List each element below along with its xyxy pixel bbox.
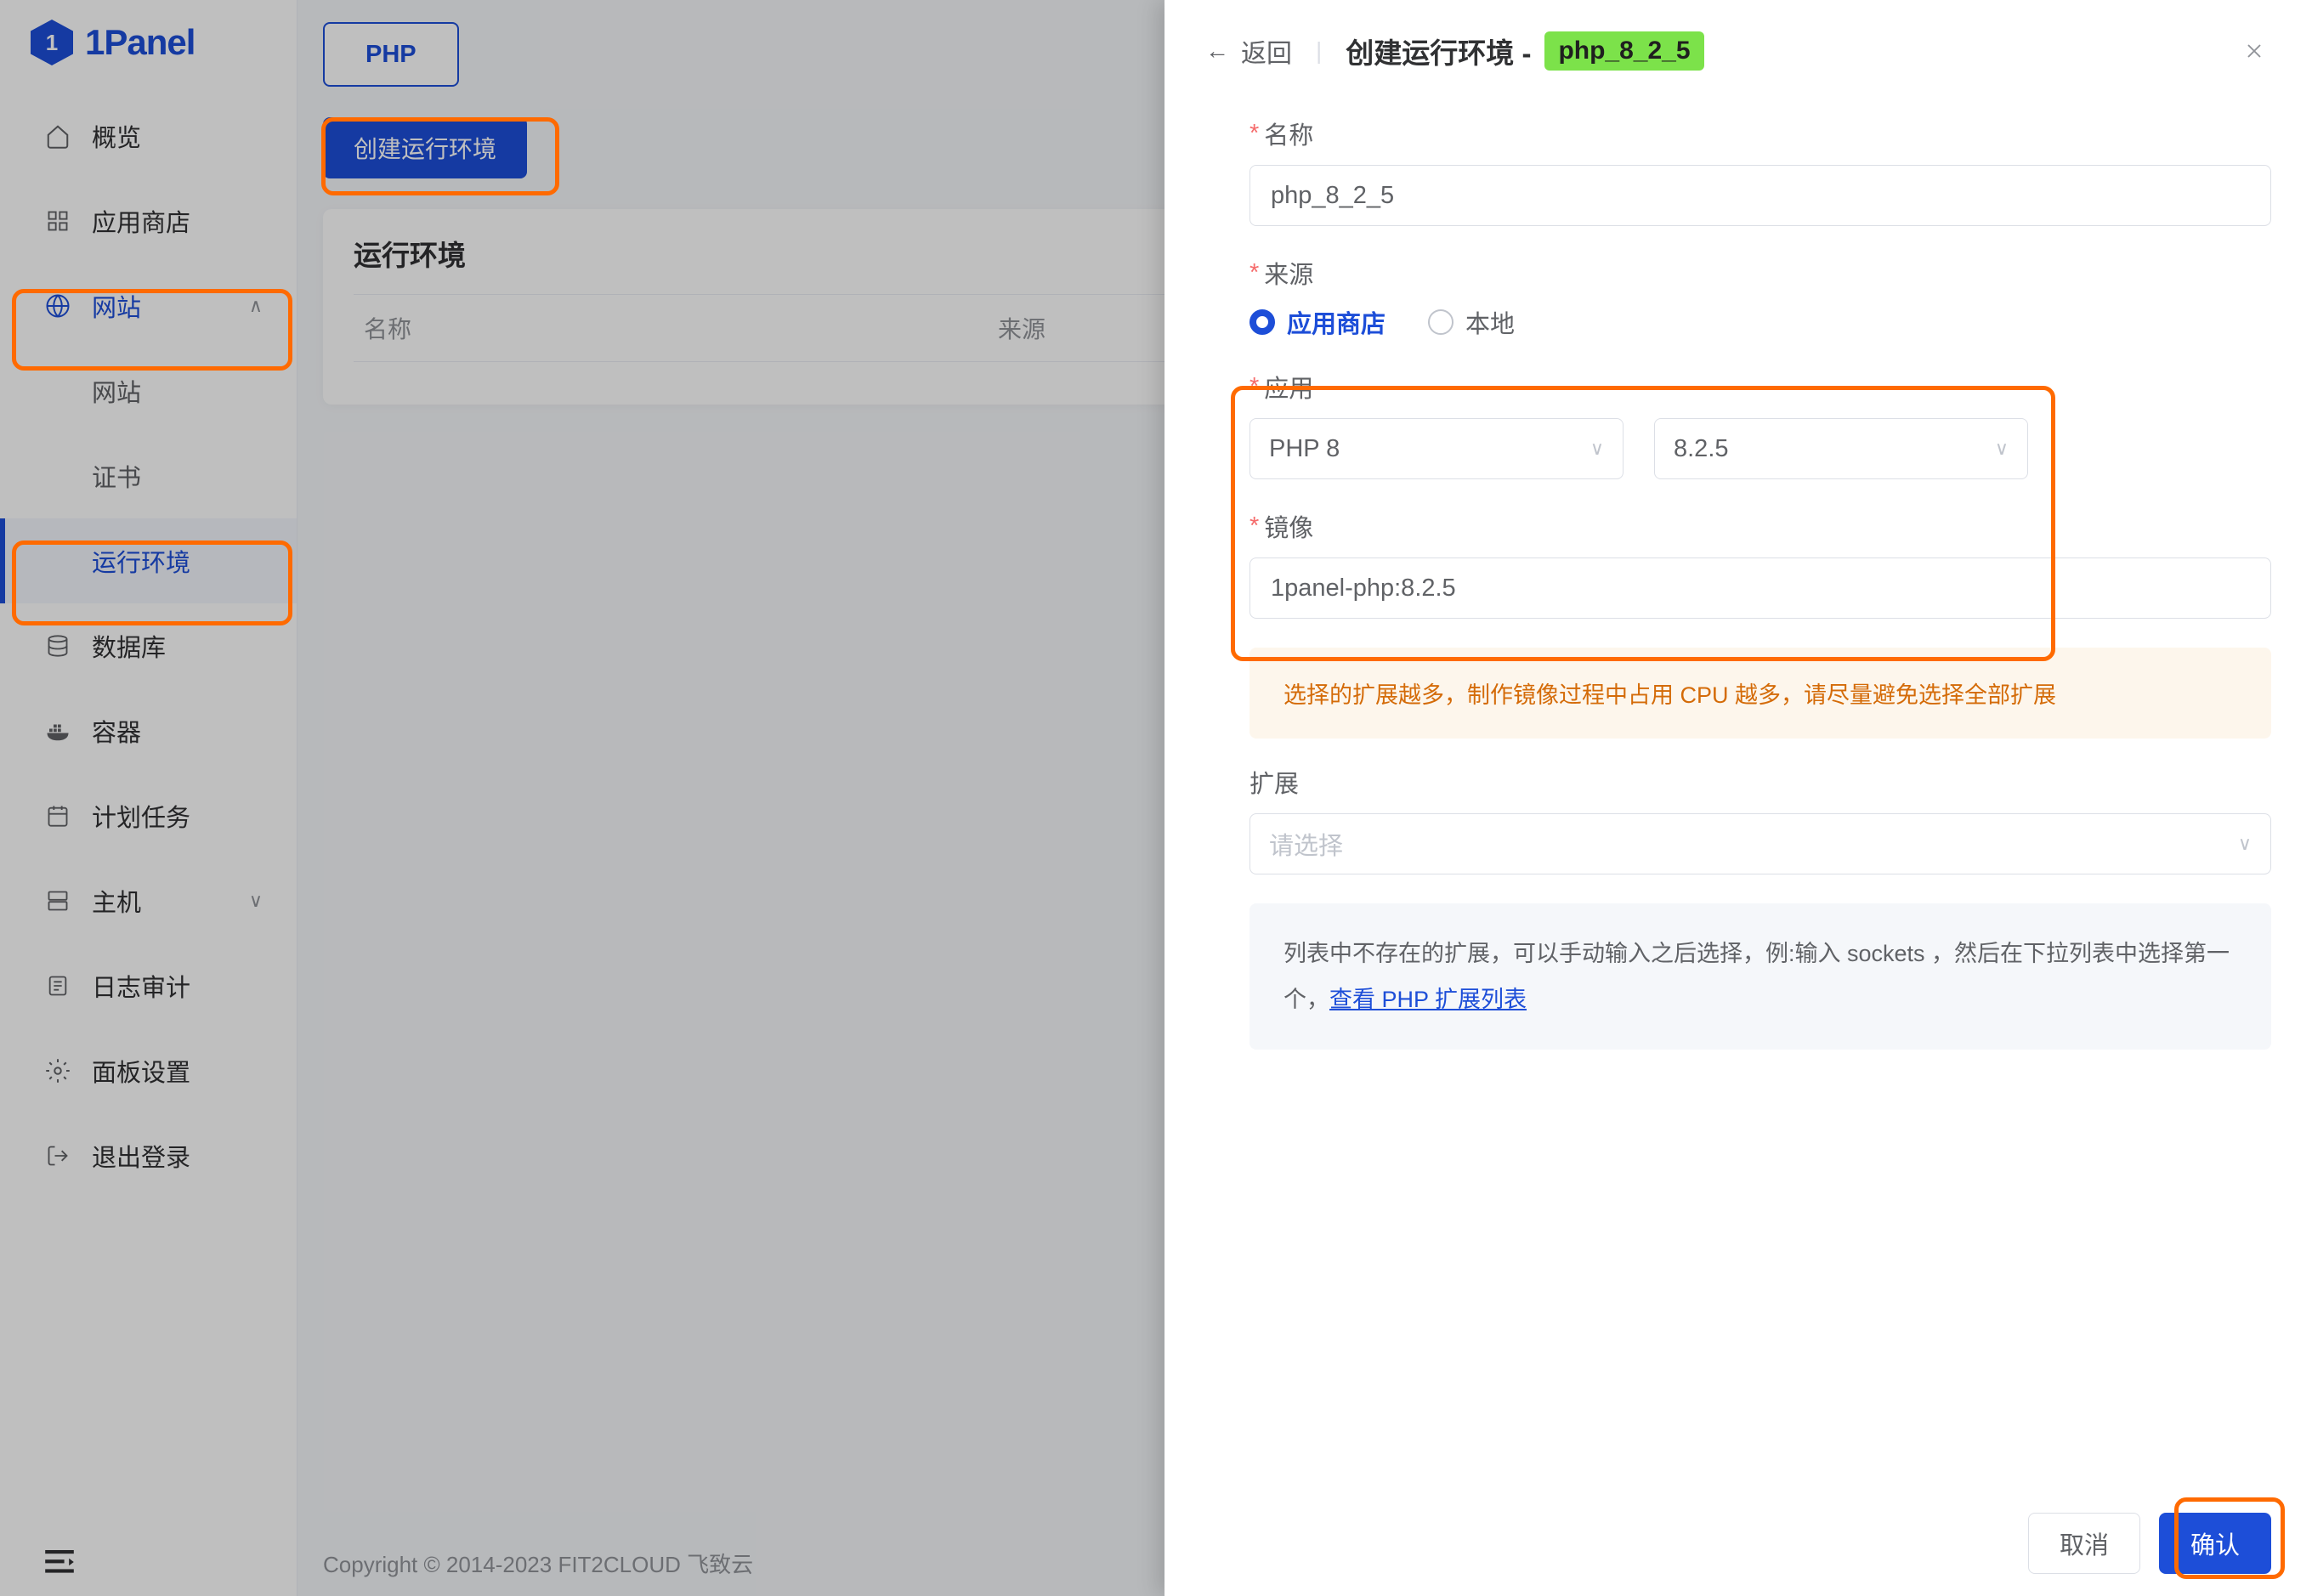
radio-local[interactable]: 本地	[1428, 304, 1515, 340]
chevron-down-icon: ∨	[2238, 833, 2252, 855]
container-icon	[44, 717, 71, 744]
nav-logout[interactable]: 退出登录	[0, 1113, 297, 1198]
cancel-button[interactable]: 取消	[2028, 1513, 2140, 1574]
version-select[interactable]: 8.2.5 ∨	[1654, 418, 2028, 479]
close-button[interactable]	[2237, 34, 2271, 68]
radio-appstore[interactable]: 应用商店	[1250, 304, 1386, 340]
label-source: 来源	[1264, 255, 1313, 291]
nav-label: 应用商店	[92, 203, 190, 239]
nav-cert[interactable]: 证书	[0, 433, 297, 518]
app-select[interactable]: PHP 8 ∨	[1250, 418, 1624, 479]
nav-label: 数据库	[92, 628, 166, 664]
chevron-down-icon: ∨	[249, 890, 263, 912]
nav-label: 退出登录	[92, 1138, 190, 1174]
nav-label: 概览	[92, 118, 141, 154]
server-icon	[44, 887, 71, 914]
select-value: 8.2.5	[1674, 435, 1729, 463]
nav-overview[interactable]: 概览	[0, 93, 297, 178]
nav-container[interactable]: 容器	[0, 688, 297, 773]
radio-label: 本地	[1465, 304, 1515, 340]
extension-warning: 选择的扩展越多，制作镜像过程中占用 CPU 越多，请尽量避免选择全部扩展	[1250, 648, 2271, 739]
radio-icon	[1428, 309, 1454, 335]
radio-icon	[1250, 309, 1275, 335]
col-name: 名称	[354, 311, 988, 345]
view-php-ext-link[interactable]: 查看 PHP 扩展列表	[1329, 987, 1527, 1012]
nav-label: 网站	[92, 288, 141, 324]
database-icon	[44, 632, 71, 659]
nav-menu: 概览 应用商店 网站 ∧ 网站 证书 运行环境 数据库 容器	[0, 85, 297, 1596]
arrow-left-icon: ←	[1205, 37, 1229, 65]
chevron-up-icon: ∧	[249, 295, 263, 317]
tab-label: PHP	[366, 41, 416, 69]
nav-sub-label: 运行环境	[92, 543, 190, 579]
confirm-button[interactable]: 确认	[2159, 1513, 2271, 1574]
logo-icon	[31, 20, 73, 65]
chevron-down-icon: ∨	[1590, 438, 1604, 460]
button-label: 创建运行环境	[354, 131, 496, 165]
drawer-header: ← 返回 | 创建运行环境 - php_8_2_5	[1164, 0, 2312, 99]
extension-info: 列表中不存在的扩展，可以手动输入之后选择，例:输入 sockets ，然后在下拉…	[1250, 903, 2271, 1050]
back-button[interactable]: ← 返回	[1205, 32, 1292, 70]
tab-php[interactable]: PHP	[323, 22, 459, 87]
nav-label: 容器	[92, 713, 141, 749]
nav-sub-label: 证书	[92, 458, 141, 494]
home-icon	[44, 122, 71, 150]
nav-runtime[interactable]: 运行环境	[0, 518, 297, 603]
drawer-title: 创建运行环境 -	[1346, 31, 1531, 71]
nav-website[interactable]: 网站 ∧	[0, 263, 297, 348]
gear-icon	[44, 1057, 71, 1084]
label-extensions: 扩展	[1250, 764, 1299, 800]
footer-copyright: Copyright © 2014-2023 FIT2CLOUD 飞致云	[323, 1548, 753, 1579]
create-runtime-drawer: ← 返回 | 创建运行环境 - php_8_2_5 *名称 *来源 应用商店 本…	[1164, 0, 2312, 1596]
drawer-body: *名称 *来源 应用商店 本地 *应用 PHP 8 ∨	[1164, 99, 2312, 1491]
extensions-select[interactable]: 请选择 ∨	[1250, 813, 2271, 874]
nav-settings[interactable]: 面板设置	[0, 1028, 297, 1113]
label-app: 应用	[1264, 369, 1313, 405]
logo[interactable]: 1Panel	[0, 0, 297, 85]
chevron-down-icon: ∨	[1995, 438, 2009, 460]
nav-cron[interactable]: 计划任务	[0, 773, 297, 858]
divider: |	[1316, 37, 1322, 65]
label-image: 镜像	[1264, 508, 1313, 544]
select-placeholder: 请选择	[1269, 826, 1343, 862]
globe-icon	[44, 292, 71, 320]
image-input[interactable]	[1250, 557, 2271, 619]
nav-database[interactable]: 数据库	[0, 603, 297, 688]
nav-audit[interactable]: 日志审计	[0, 943, 297, 1028]
nav-sub-label: 网站	[92, 373, 141, 409]
warning-text: 选择的扩展越多，制作镜像过程中占用 CPU 越多，请尽量避免选择全部扩展	[1284, 682, 2056, 708]
logout-icon	[44, 1142, 71, 1169]
nav-label: 计划任务	[92, 798, 190, 834]
nav-website-sub[interactable]: 网站	[0, 348, 297, 433]
grid-icon	[44, 207, 71, 235]
name-input[interactable]	[1250, 165, 2271, 226]
sidebar: 1Panel 概览 应用商店 网站 ∧ 网站 证书 运行环境 数据库	[0, 0, 298, 1596]
nav-label: 主机	[92, 883, 141, 919]
select-value: PHP 8	[1269, 435, 1340, 463]
nav-label: 日志审计	[92, 968, 190, 1004]
file-icon	[44, 972, 71, 999]
label-name: 名称	[1264, 116, 1313, 151]
button-label: 确认	[2190, 1525, 2240, 1561]
logo-text: 1Panel	[85, 22, 195, 63]
close-icon	[2242, 39, 2266, 63]
calendar-icon	[44, 802, 71, 829]
create-runtime-button[interactable]: 创建运行环境	[323, 117, 527, 178]
button-label: 取消	[2060, 1525, 2109, 1561]
drawer-footer: 取消 确认	[1164, 1491, 2312, 1596]
nav-label: 面板设置	[92, 1053, 190, 1089]
nav-host[interactable]: 主机 ∨	[0, 858, 297, 943]
runtime-name-tag: php_8_2_5	[1544, 31, 1703, 71]
collapse-sidebar-button[interactable]	[44, 1550, 75, 1574]
radio-label: 应用商店	[1287, 304, 1386, 340]
nav-appstore[interactable]: 应用商店	[0, 178, 297, 263]
back-label: 返回	[1241, 32, 1292, 70]
